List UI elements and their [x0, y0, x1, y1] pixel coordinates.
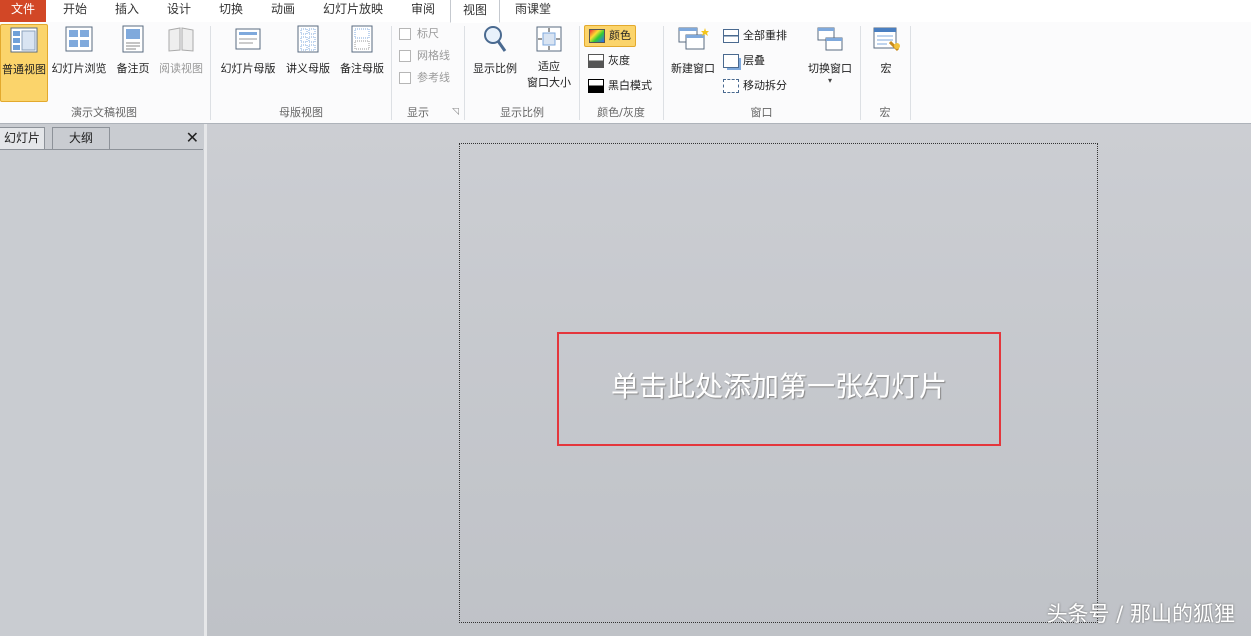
ribbon: 普通视图 幻灯片浏览 备注页 阅读视图 演示文稿视图 幻灯片母版 讲义母版 备注…: [0, 22, 1251, 124]
slides-outline-pane: 幻灯片 大纲 ✕: [0, 124, 207, 636]
color-button[interactable]: 颜色: [584, 25, 636, 47]
group-label-window: 窗口: [750, 106, 773, 119]
magnifier-icon: [484, 26, 507, 52]
guides-checkbox[interactable]: 参考线: [399, 68, 450, 88]
add-first-slide-prompt[interactable]: 单击此处添加第一张幻灯片: [559, 334, 999, 440]
group-label-macros: 宏: [879, 106, 891, 119]
empty-slide-placeholder[interactable]: 单击此处添加第一张幻灯片: [459, 143, 1098, 623]
add-first-slide-highlight[interactable]: 单击此处添加第一张幻灯片: [557, 332, 1001, 446]
normal-view-icon: [10, 27, 38, 53]
tab-review[interactable]: 审阅: [398, 0, 448, 22]
group-label-master-views: 母版视图: [279, 106, 323, 119]
tab-slideshow[interactable]: 幻灯片放映: [312, 0, 394, 22]
tab-design[interactable]: 设计: [154, 0, 204, 22]
grayscale-button[interactable]: 灰度: [588, 51, 630, 71]
group-label-color-grayscale: 颜色/灰度: [597, 106, 645, 119]
macros-button[interactable]: 宏: [866, 24, 906, 77]
macros-icon: [873, 27, 900, 52]
checkbox-unchecked-icon: [399, 28, 411, 40]
handout-master-button[interactable]: 讲义母版: [282, 24, 334, 77]
dialog-launcher-icon[interactable]: ◹: [452, 107, 459, 117]
group-label-presentation-views: 演示文稿视图: [71, 106, 137, 119]
notes-page-icon: [122, 25, 144, 53]
notes-page-button[interactable]: 备注页: [112, 24, 154, 77]
tab-slides[interactable]: 幻灯片: [0, 127, 45, 149]
checkbox-unchecked-icon: [399, 50, 411, 62]
black-white-icon: [588, 79, 604, 93]
tab-transitions[interactable]: 切换: [206, 0, 256, 22]
slide-sorter-icon: [65, 26, 93, 52]
switch-windows-button[interactable]: 切换窗口 ▾: [803, 24, 857, 85]
checkbox-unchecked-icon: [399, 72, 411, 84]
notes-master-icon: [351, 25, 373, 53]
dropdown-arrow-icon: ▾: [827, 76, 832, 85]
close-icon[interactable]: ✕: [186, 130, 199, 146]
handout-master-icon: [297, 25, 319, 53]
group-label-show: 显示: [407, 106, 429, 119]
notes-master-button[interactable]: 备注母版: [336, 24, 388, 77]
cascade-icon: [723, 54, 739, 68]
switch-windows-icon: [817, 27, 843, 51]
reading-view-icon: [168, 27, 194, 52]
zoom-button[interactable]: 显示比例: [469, 24, 521, 77]
black-white-button[interactable]: 黑白模式: [588, 76, 652, 96]
new-window-button[interactable]: 新建窗口: [667, 24, 719, 77]
tab-animations[interactable]: 动画: [258, 0, 308, 22]
tab-home[interactable]: 开始: [50, 0, 100, 22]
color-palette-icon: [589, 29, 605, 43]
tab-view[interactable]: 视图: [450, 0, 500, 23]
cascade-button[interactable]: 层叠: [723, 51, 765, 71]
pane-tabs: 幻灯片 大纲 ✕: [0, 127, 203, 150]
slide-master-icon: [235, 28, 261, 50]
tab-yuketang[interactable]: 雨课堂: [504, 0, 562, 22]
arrange-all-button[interactable]: 全部重排: [723, 26, 787, 46]
move-split-button[interactable]: 移动拆分: [723, 76, 787, 96]
group-separator: [910, 26, 911, 120]
ruler-checkbox[interactable]: 标尺: [399, 24, 439, 44]
reading-view-button[interactable]: 阅读视图: [156, 24, 206, 77]
gridlines-checkbox[interactable]: 网格线: [399, 46, 450, 66]
tab-outline[interactable]: 大纲: [52, 127, 110, 149]
move-split-icon: [723, 79, 739, 93]
fit-to-window-icon: [536, 26, 562, 52]
slide-sorter-button[interactable]: 幻灯片浏览: [49, 24, 109, 77]
tab-file[interactable]: 文件: [0, 0, 46, 22]
group-separator: [210, 26, 211, 120]
group-label-zoom: 显示比例: [500, 106, 544, 119]
new-window-icon: [678, 27, 709, 50]
fit-to-window-button[interactable]: 适应 窗口大小: [522, 24, 576, 91]
slide-editing-area[interactable]: 单击此处添加第一张幻灯片 头条号 / 那山的狐狸: [207, 124, 1251, 636]
normal-view-button[interactable]: 普通视图: [0, 24, 48, 102]
grayscale-icon: [588, 54, 604, 68]
ribbon-tab-row: 文件 开始 插入 设计 切换 动画 幻灯片放映 审阅 视图 雨课堂: [0, 0, 1251, 23]
group-separator: [464, 26, 465, 120]
watermark: 头条号 / 那山的狐狸: [1046, 602, 1235, 626]
arrange-all-icon: [723, 29, 739, 43]
tab-insert[interactable]: 插入: [102, 0, 152, 22]
slide-master-button[interactable]: 幻灯片母版: [216, 24, 280, 77]
